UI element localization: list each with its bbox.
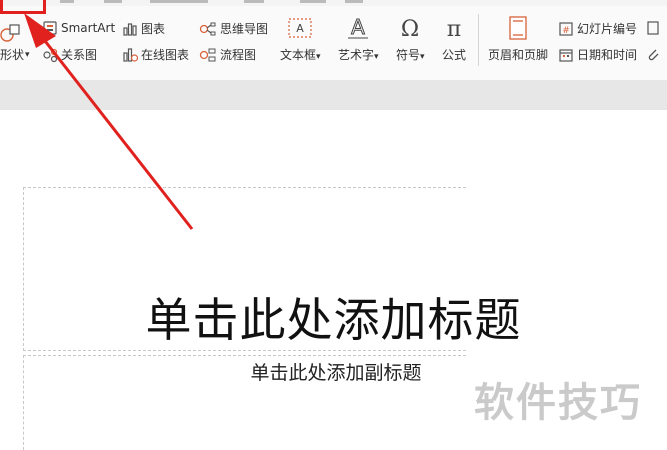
red-arrow-icon [24, 13, 194, 230]
